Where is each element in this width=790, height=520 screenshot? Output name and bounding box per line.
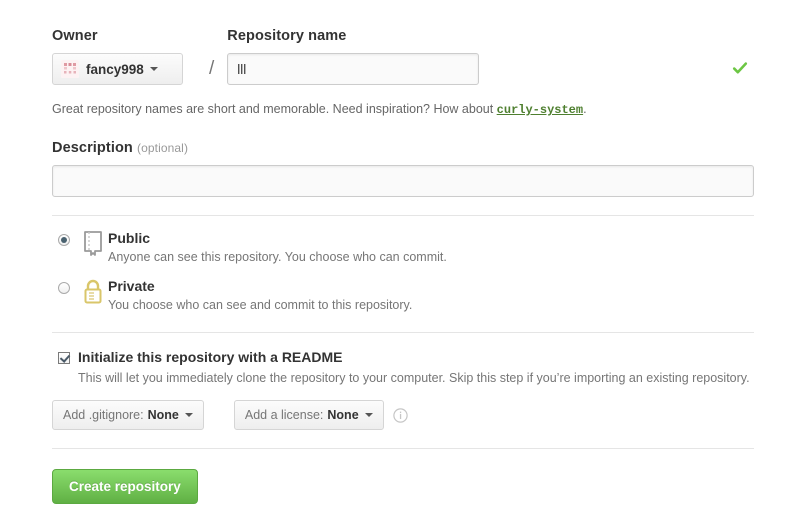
info-circle-icon[interactable]: [392, 407, 408, 423]
owner-name: fancy998: [86, 61, 144, 77]
owner-label: Owner: [52, 28, 98, 44]
create-repository-button[interactable]: Create repository: [52, 469, 198, 504]
license-dropdown-button[interactable]: Add a license: None: [233, 400, 384, 430]
description-field: Description (optional): [52, 140, 756, 197]
create-repository-page: Owner fancy998 / Repository name lll Gre…: [0, 0, 790, 520]
template-dropdowns-row: Add .gitignore: None Add a license: None: [52, 400, 756, 430]
hint-period: .: [583, 102, 587, 116]
repository-name-input-wrap: [227, 53, 756, 85]
license-label: Add a license:: [244, 408, 324, 422]
chevron-down-icon: [184, 413, 193, 417]
hint-text: Great repository names are short and mem…: [52, 102, 497, 116]
readme-checkbox[interactable]: [58, 352, 70, 364]
gitignore-value: None: [147, 408, 179, 422]
suggested-name-link[interactable]: curly-system: [497, 103, 583, 117]
check-icon: [732, 60, 748, 76]
visibility-options: Public Anyone can see this repository. Y…: [52, 230, 756, 314]
identicon-avatar: [61, 60, 79, 78]
private-description: You choose who can see and commit to thi…: [108, 298, 413, 312]
path-separator: /: [209, 58, 215, 79]
private-radio[interactable]: [58, 282, 70, 294]
gitignore-label: Add .gitignore:: [63, 408, 144, 422]
description-optional-text: (optional): [137, 141, 189, 155]
repository-name-input[interactable]: [227, 53, 480, 85]
repo-book-icon: [82, 231, 108, 262]
divider-before-submit: [52, 448, 754, 449]
new-repository-form: Owner fancy998 / Repository name lll Gre…: [52, 28, 756, 504]
readme-checkbox-row[interactable]: Initialize this repository with a README: [52, 349, 756, 365]
public-radio[interactable]: [58, 234, 70, 246]
visibility-option-public[interactable]: Public Anyone can see this repository. Y…: [52, 230, 756, 266]
license-value: None: [327, 408, 359, 422]
private-option-text: Private You choose who can see and commi…: [108, 278, 756, 314]
repository-name-field: Repository name: [227, 28, 756, 85]
readme-title: Initialize this repository with a README: [78, 349, 343, 365]
repository-name-label: Repository name: [227, 28, 347, 44]
repository-name-hint: Great repository names are short and mem…: [52, 101, 756, 118]
owner-and-name-row: Owner fancy998 / Repository name lll: [52, 28, 756, 85]
lock-icon: [82, 279, 108, 310]
description-input[interactable]: [52, 165, 754, 197]
readme-description: This will let you immediately clone the …: [78, 371, 750, 385]
submit-section: Create repository: [52, 469, 756, 504]
divider-after-visibility: [52, 332, 754, 333]
divider-after-description: [52, 215, 754, 216]
owner-dropdown-button[interactable]: fancy998: [52, 53, 183, 85]
public-title: Public: [108, 230, 151, 246]
public-option-text: Public Anyone can see this repository. Y…: [108, 230, 756, 266]
description-label: Description (optional): [52, 140, 756, 156]
chevron-down-icon: [149, 67, 158, 71]
owner-field: Owner fancy998: [52, 28, 202, 85]
public-description: Anyone can see this repository. You choo…: [108, 250, 447, 264]
readme-section: Initialize this repository with a README…: [52, 349, 756, 430]
description-label-text: Description: [52, 140, 133, 156]
visibility-option-private[interactable]: Private You choose who can see and commi…: [52, 278, 756, 314]
chevron-down-icon: [364, 413, 373, 417]
private-title: Private: [108, 278, 155, 294]
gitignore-dropdown-button[interactable]: Add .gitignore: None: [52, 400, 204, 430]
